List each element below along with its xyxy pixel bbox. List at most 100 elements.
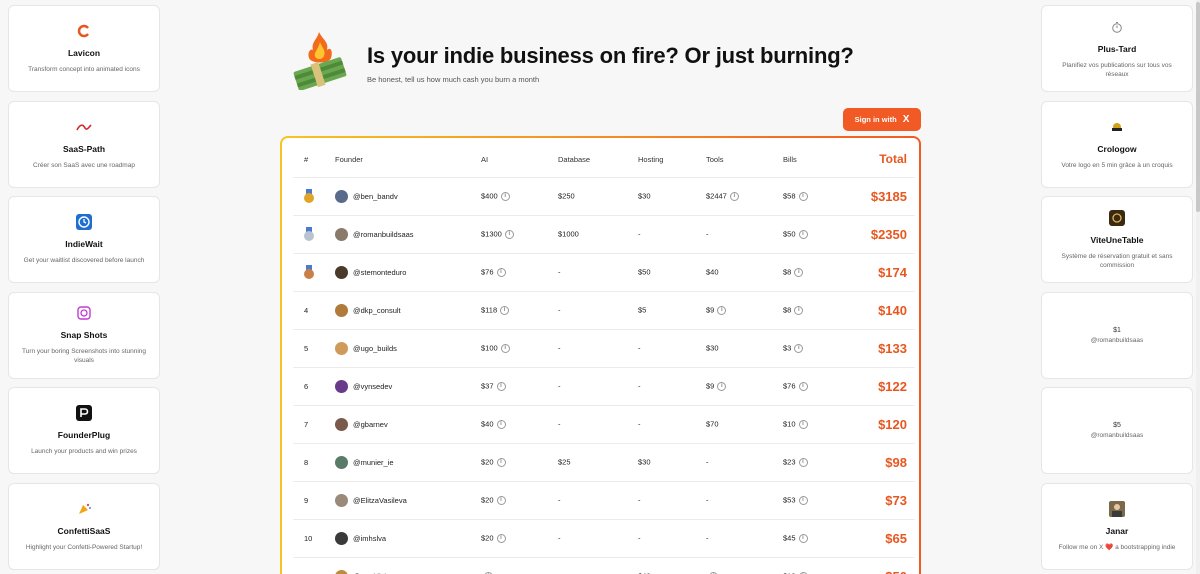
founder-handle: @imhslva bbox=[353, 533, 387, 543]
info-icon[interactable]: i bbox=[717, 381, 727, 391]
info-icon[interactable]: i bbox=[496, 457, 506, 467]
total-cell: $2350 bbox=[853, 215, 915, 254]
sponsor-name: Janar bbox=[1105, 525, 1129, 536]
sponsor-card-crologow[interactable]: Crologow Votre logo en 5 min grâce à un c… bbox=[1041, 100, 1193, 188]
info-icon[interactable]: i bbox=[798, 419, 808, 429]
founder-cell[interactable]: @vynsedev bbox=[333, 367, 481, 406]
founder-cell[interactable]: @stemonteduro bbox=[333, 253, 481, 292]
founder-link[interactable]: @ugo_builds bbox=[335, 341, 481, 355]
founder-cell[interactable]: @ben_bandv bbox=[333, 177, 481, 216]
founder-link[interactable]: @imhslva bbox=[335, 531, 481, 545]
avatar bbox=[335, 455, 348, 469]
tools-value: $9 bbox=[706, 381, 715, 391]
sponsor-card-viteunetable[interactable]: ViteUneTable Système de réservation gratu… bbox=[1041, 196, 1193, 283]
hosting-value: - bbox=[638, 495, 641, 505]
bills-value: $50 bbox=[783, 229, 796, 239]
sponsor-card-janar[interactable]: Janar Follow me on X ❤️ a bootstrapping i… bbox=[1041, 482, 1193, 570]
left-sponsor-column: Lavicon Transform concept into animated i… bbox=[8, 5, 160, 574]
founder-cell[interactable]: @munier_ie bbox=[333, 443, 481, 482]
info-icon[interactable]: i bbox=[496, 533, 506, 543]
founder-cell[interactable]: @romanbuildsaas bbox=[333, 215, 481, 254]
info-icon[interactable]: i bbox=[496, 267, 506, 277]
header-tools: Tools bbox=[706, 142, 783, 178]
scrollbar[interactable] bbox=[1196, 0, 1200, 574]
founder-link[interactable]: @romanbuildsaas bbox=[335, 227, 481, 241]
founder-link[interactable]: @munier_ie bbox=[335, 455, 481, 469]
database-cell: - bbox=[558, 329, 638, 368]
founder-cell[interactable]: @markjivko bbox=[333, 557, 481, 574]
info-icon[interactable]: i bbox=[729, 191, 739, 201]
header-hosting: Hosting bbox=[638, 142, 706, 178]
tools-value: $30 bbox=[706, 343, 719, 353]
info-icon[interactable]: i bbox=[798, 229, 808, 239]
info-icon[interactable]: i bbox=[798, 457, 808, 467]
database-value: $250 bbox=[558, 191, 575, 201]
database-cell: - bbox=[558, 253, 638, 292]
founder-cell[interactable]: @imhslva bbox=[333, 519, 481, 558]
hosting-cell: - bbox=[638, 519, 706, 558]
database-value: $1000 bbox=[558, 229, 579, 239]
total-cell: $65 bbox=[853, 519, 915, 558]
founder-link[interactable]: @ben_bandv bbox=[335, 189, 481, 203]
sponsor-card-confettisaas[interactable]: ConfettiSaaS Highlight your Confetti-Powe… bbox=[8, 482, 160, 570]
sponsor-card-indiewait[interactable]: IndieWait Get your waitlist discovered be… bbox=[8, 196, 160, 283]
founder-link[interactable]: @ElitzaVasileva bbox=[335, 493, 481, 507]
info-icon[interactable]: i bbox=[500, 305, 510, 315]
hosting-cell: - bbox=[638, 481, 706, 520]
info-icon[interactable]: i bbox=[500, 191, 510, 201]
info-icon[interactable]: i bbox=[496, 495, 506, 505]
rank-cell: 7 bbox=[293, 405, 333, 444]
avatar bbox=[335, 531, 348, 545]
founder-cell[interactable]: @gbarnev bbox=[333, 405, 481, 444]
founder-link[interactable]: @stemonteduro bbox=[335, 265, 481, 279]
sponsor-card-saas-path[interactable]: SaaS-Path Créer son SaaS avec une roadmap bbox=[8, 100, 160, 188]
rank-number: 4 bbox=[304, 305, 309, 315]
info-icon[interactable]: i bbox=[794, 305, 804, 315]
info-icon[interactable]: i bbox=[496, 419, 506, 429]
tools-value: - bbox=[706, 457, 709, 467]
hosting-value: $30 bbox=[638, 191, 651, 201]
table-row: 5 @ugo_builds $100 i - - $30 $3 i $133 bbox=[293, 329, 915, 368]
info-icon[interactable]: i bbox=[794, 343, 804, 353]
sponsor-card-founderplug[interactable]: FounderPlug Launch your products and win … bbox=[8, 387, 160, 474]
founder-link[interactable]: @markjivko bbox=[335, 569, 481, 574]
sponsor-card-lavicon[interactable]: Lavicon Transform concept into animated i… bbox=[8, 5, 160, 92]
info-icon[interactable]: i bbox=[798, 381, 808, 391]
tools-cell: - bbox=[706, 481, 783, 520]
info-icon[interactable]: i bbox=[794, 267, 804, 277]
bills-cell: $10i bbox=[783, 557, 853, 574]
info-icon[interactable]: i bbox=[798, 533, 808, 543]
table-row: @ben_bandv $400 i $250 $30 $2447 i $58 i $3185 bbox=[293, 177, 915, 216]
info-icon[interactable]: i bbox=[717, 305, 727, 315]
ai-value: $1300 bbox=[481, 229, 502, 239]
sponsor-description: Get your waitlist discovered before laun… bbox=[23, 257, 145, 264]
founder-link[interactable]: @dkp_consult bbox=[335, 303, 481, 317]
founder-link[interactable]: @vynsedev bbox=[335, 379, 481, 393]
ai-value: $400 bbox=[481, 191, 498, 201]
founder-cell[interactable]: @dkp_consult bbox=[333, 291, 481, 330]
info-icon[interactable]: i bbox=[500, 343, 510, 353]
gold-medal-icon bbox=[304, 188, 314, 203]
sponsor-card-plus-tard[interactable]: Plus-Tard Planifiez vos publications sur … bbox=[1041, 5, 1193, 92]
sign-in-with-x-button[interactable]: Sign in with X bbox=[843, 108, 921, 131]
ad-slot-card[interactable]: $1 @romanbuildsaas bbox=[1041, 291, 1193, 379]
founder-cell[interactable]: @ElitzaVasileva bbox=[333, 481, 481, 520]
founder-link[interactable]: @gbarnev bbox=[335, 417, 481, 431]
scrollbar-thumb[interactable] bbox=[1196, 2, 1200, 212]
info-icon[interactable]: i bbox=[798, 191, 808, 201]
info-icon[interactable]: i bbox=[496, 381, 506, 391]
info-icon[interactable]: i bbox=[798, 495, 808, 505]
sponsor-card-snap-shots[interactable]: Snap Shots Turn your boring Screenshots i… bbox=[8, 291, 160, 379]
founder-cell[interactable]: @ugo_builds bbox=[333, 329, 481, 368]
database-value: - bbox=[558, 305, 561, 315]
database-cell: - bbox=[558, 367, 638, 406]
hosting-cell: - bbox=[638, 215, 706, 254]
ad-slot-card[interactable]: $5 @romanbuildsaas bbox=[1041, 387, 1193, 474]
medal-disc bbox=[304, 230, 314, 241]
founder-handle: @romanbuildsaas bbox=[353, 229, 414, 239]
rank-cell bbox=[293, 177, 333, 216]
info-icon[interactable]: i bbox=[504, 229, 514, 239]
bills-value: $3 bbox=[783, 343, 792, 353]
tools-value: $2447 bbox=[706, 191, 727, 201]
hosting-cell: $40 bbox=[638, 557, 706, 574]
